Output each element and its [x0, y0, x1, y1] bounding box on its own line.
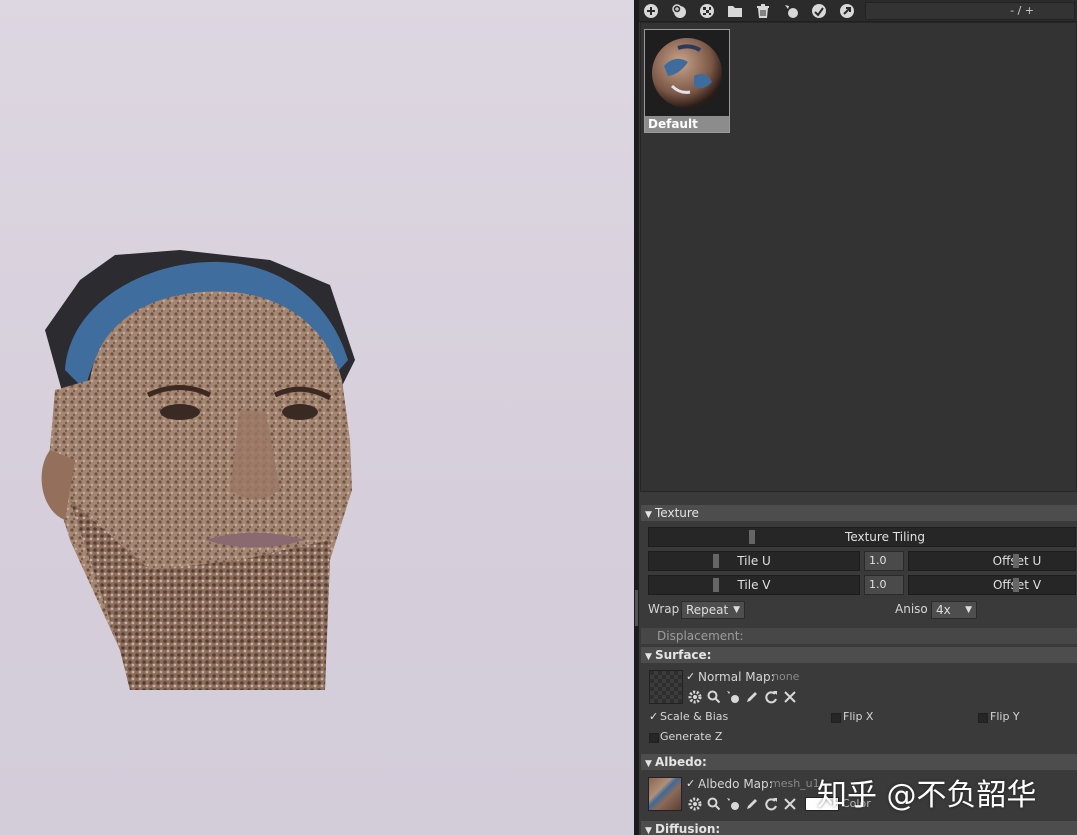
head-scan-model[interactable]	[30, 240, 370, 700]
dropdown-arrow-icon: ▼	[965, 605, 972, 615]
pick-icon[interactable]	[725, 689, 741, 705]
viewport[interactable]	[0, 0, 634, 835]
scale-bias-label: Scale & Bias	[660, 710, 729, 723]
displacement-section-header[interactable]: Displacement:	[641, 628, 1077, 644]
checker-icon[interactable]	[698, 2, 716, 20]
slider-knob[interactable]	[713, 578, 719, 592]
surface-section-header[interactable]: ▼ Surface:	[641, 647, 1077, 663]
albedo-section-header[interactable]: ▼ Albedo:	[641, 754, 1077, 770]
flip-y-checkbox[interactable]	[978, 713, 988, 723]
albedo-map-label: Albedo Map:	[698, 777, 773, 791]
albedo-map-value[interactable]: mesh_u1	[770, 777, 820, 790]
wrap-value: Repeat	[686, 603, 729, 617]
slider-knob[interactable]	[1013, 578, 1019, 592]
material-panel: - / + Default ▼ Texture Texture Tiling T…	[639, 0, 1077, 835]
material-thumbnail-default[interactable]: Default	[644, 29, 730, 133]
refresh-icon[interactable]	[763, 796, 779, 812]
tile-v-value[interactable]: 1.0	[864, 575, 904, 595]
tile-u-label: Tile U	[737, 554, 771, 568]
normal-map-check-icon[interactable]: ✓	[686, 670, 695, 683]
pick-icon[interactable]	[782, 2, 800, 20]
albedo-header-label: Albedo:	[655, 755, 707, 769]
tile-u-value[interactable]: 1.0	[864, 551, 904, 571]
wrap-label: Wrap	[648, 602, 680, 616]
trash-icon[interactable]	[754, 2, 772, 20]
generate-z-checkbox[interactable]	[649, 733, 659, 743]
material-preview-sphere	[645, 30, 729, 116]
generate-z-label: Generate Z	[660, 730, 723, 743]
add-instance-icon[interactable]	[670, 2, 688, 20]
diffusion-header-label: Diffusion:	[655, 822, 721, 835]
normal-map-value[interactable]: none	[772, 670, 799, 683]
slider-knob[interactable]	[713, 554, 719, 568]
watermark: 知乎 @不负韶华	[817, 778, 1037, 813]
texture-section-header[interactable]: ▼ Texture	[641, 505, 1077, 521]
albedo-map-tools	[687, 796, 798, 812]
export-icon[interactable]	[838, 2, 856, 20]
apply-icon[interactable]	[810, 2, 828, 20]
aniso-label: Aniso	[895, 602, 928, 616]
normal-map-tools	[687, 689, 798, 705]
collapse-triangle-icon: ▼	[645, 826, 652, 835]
tile-u-slider[interactable]: Tile U	[648, 551, 860, 571]
material-toolbar: - / +	[639, 0, 1077, 22]
flip-x-label: Flip X	[843, 710, 874, 723]
wrap-dropdown[interactable]: Repeat ▼	[681, 601, 745, 619]
gear-icon[interactable]	[687, 689, 703, 705]
texture-header-label: Texture	[655, 506, 699, 520]
aniso-dropdown[interactable]: 4x ▼	[931, 601, 977, 619]
offset-u-slider[interactable]: Offset U	[908, 551, 1076, 571]
tile-v-slider[interactable]: Tile V	[648, 575, 860, 595]
gear-icon[interactable]	[687, 796, 703, 812]
splitter-grip[interactable]	[635, 590, 638, 626]
search-icon[interactable]	[706, 796, 722, 812]
albedo-map-check-icon[interactable]: ✓	[686, 777, 695, 790]
texture-tiling-slider[interactable]: Texture Tiling	[648, 527, 1076, 547]
tile-v-label: Tile V	[737, 578, 771, 592]
pencil-icon[interactable]	[744, 796, 760, 812]
offset-v-slider[interactable]: Offset V	[908, 575, 1076, 595]
scale-bias-check-icon[interactable]: ✓	[649, 710, 658, 723]
collapse-triangle-icon: ▼	[645, 510, 652, 520]
normal-map-label: Normal Map:	[698, 670, 775, 684]
close-icon[interactable]	[782, 796, 798, 812]
pick-icon[interactable]	[725, 796, 741, 812]
diffusion-section-header[interactable]: ▼ Diffusion:	[641, 821, 1077, 835]
aniso-value: 4x	[936, 603, 951, 617]
dropdown-arrow-icon: ▼	[733, 605, 740, 615]
close-icon[interactable]	[782, 689, 798, 705]
slider-knob[interactable]	[1013, 554, 1019, 568]
collapse-triangle-icon: ▼	[645, 759, 652, 769]
flip-y-label: Flip Y	[990, 710, 1020, 723]
slider-knob[interactable]	[749, 530, 755, 544]
flip-x-checkbox[interactable]	[831, 713, 841, 723]
search-icon[interactable]	[706, 689, 722, 705]
material-name-label: Default	[645, 116, 729, 132]
refresh-icon[interactable]	[763, 689, 779, 705]
material-range-field[interactable]: - / +	[865, 2, 1075, 20]
albedo-map-slot[interactable]	[648, 777, 682, 811]
texture-tiling-label: Texture Tiling	[845, 530, 925, 544]
material-list[interactable]: Default	[640, 22, 1077, 492]
normal-map-slot[interactable]	[649, 670, 683, 704]
folder-icon[interactable]	[726, 2, 744, 20]
surface-header-label: Surface:	[655, 648, 712, 662]
pencil-icon[interactable]	[744, 689, 760, 705]
collapse-triangle-icon: ▼	[645, 652, 652, 662]
add-icon[interactable]	[642, 2, 660, 20]
